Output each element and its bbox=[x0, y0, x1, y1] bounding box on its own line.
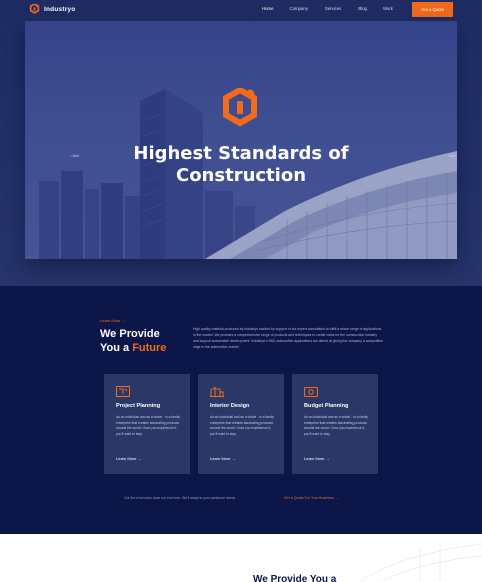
service-card-interior-design[interactable]: Interior Design As an individual and as … bbox=[198, 374, 284, 474]
industryo-logo-icon bbox=[29, 4, 40, 14]
hero-title: Highest Standards of Construction bbox=[0, 143, 482, 187]
card-learn-more-link[interactable]: Learn More → bbox=[210, 456, 236, 461]
section-title: We Provide You a Future bbox=[100, 327, 166, 355]
city-buildings-image bbox=[25, 21, 457, 259]
card-title: Project Planning bbox=[116, 403, 161, 409]
menu-item-work[interactable]: Work bbox=[383, 6, 393, 11]
card-text: As an individual and as a whole - in a f… bbox=[304, 415, 368, 436]
get-quote-button[interactable]: Get a Quote bbox=[412, 2, 453, 17]
hero-banner: ‹ ### ### › bbox=[25, 21, 457, 259]
hero-title-line-2: Construction bbox=[175, 165, 307, 186]
building-icon bbox=[210, 386, 224, 397]
brand-name: Industryo bbox=[44, 6, 76, 13]
section-title-prefix: You a bbox=[100, 342, 133, 354]
card-text: As an individual and as a whole - in a f… bbox=[116, 415, 180, 436]
section-description: High quality material produced by Indust… bbox=[193, 327, 383, 349]
decorative-lines bbox=[359, 543, 482, 582]
learn-more-eyebrow-link[interactable]: Learn More → bbox=[100, 318, 126, 323]
service-card-project-planning[interactable]: Project Planning As an individual and as… bbox=[104, 374, 190, 474]
next-section-title: We Provide You a bbox=[253, 574, 337, 582]
card-learn-more-link[interactable]: Learn More → bbox=[304, 456, 330, 461]
blueprint-icon bbox=[116, 386, 130, 397]
hero-title-line-1: Highest Standards of bbox=[133, 143, 349, 164]
get-quote-business-link[interactable]: Get a Quote For Your Business → bbox=[284, 496, 338, 500]
services-footnote: Our list of services does not end here. … bbox=[124, 496, 236, 500]
services-section: Learn More → We Provide You a Future Hig… bbox=[0, 286, 482, 534]
next-section: We Provide You a bbox=[0, 534, 482, 582]
menu-item-company[interactable]: Company bbox=[289, 6, 307, 11]
menu-item-blog[interactable]: Blog bbox=[358, 6, 367, 11]
top-band: Industryo Home Company Services Blog Wor… bbox=[0, 0, 482, 286]
brand-logo[interactable]: Industryo bbox=[29, 4, 75, 15]
service-card-budget-planning[interactable]: Budget Planning As an individual and as … bbox=[292, 374, 378, 474]
budget-icon bbox=[304, 387, 318, 397]
industryo-logo-icon bbox=[223, 88, 257, 127]
card-title: Budget Planning bbox=[304, 403, 349, 409]
menu-item-home[interactable]: Home bbox=[262, 6, 273, 11]
navbar: Industryo Home Company Services Blog Wor… bbox=[0, 0, 482, 20]
section-title-line-1: We Provide bbox=[100, 328, 160, 340]
section-title-accent: Future bbox=[132, 342, 167, 354]
card-text: As an individual and as a whole - in a f… bbox=[210, 415, 274, 436]
card-learn-more-link[interactable]: Learn More → bbox=[116, 456, 142, 461]
menu-item-services[interactable]: Services bbox=[325, 6, 341, 11]
main-menu: Home Company Services Blog Work bbox=[262, 6, 393, 11]
card-title: Interior Design bbox=[210, 403, 250, 409]
